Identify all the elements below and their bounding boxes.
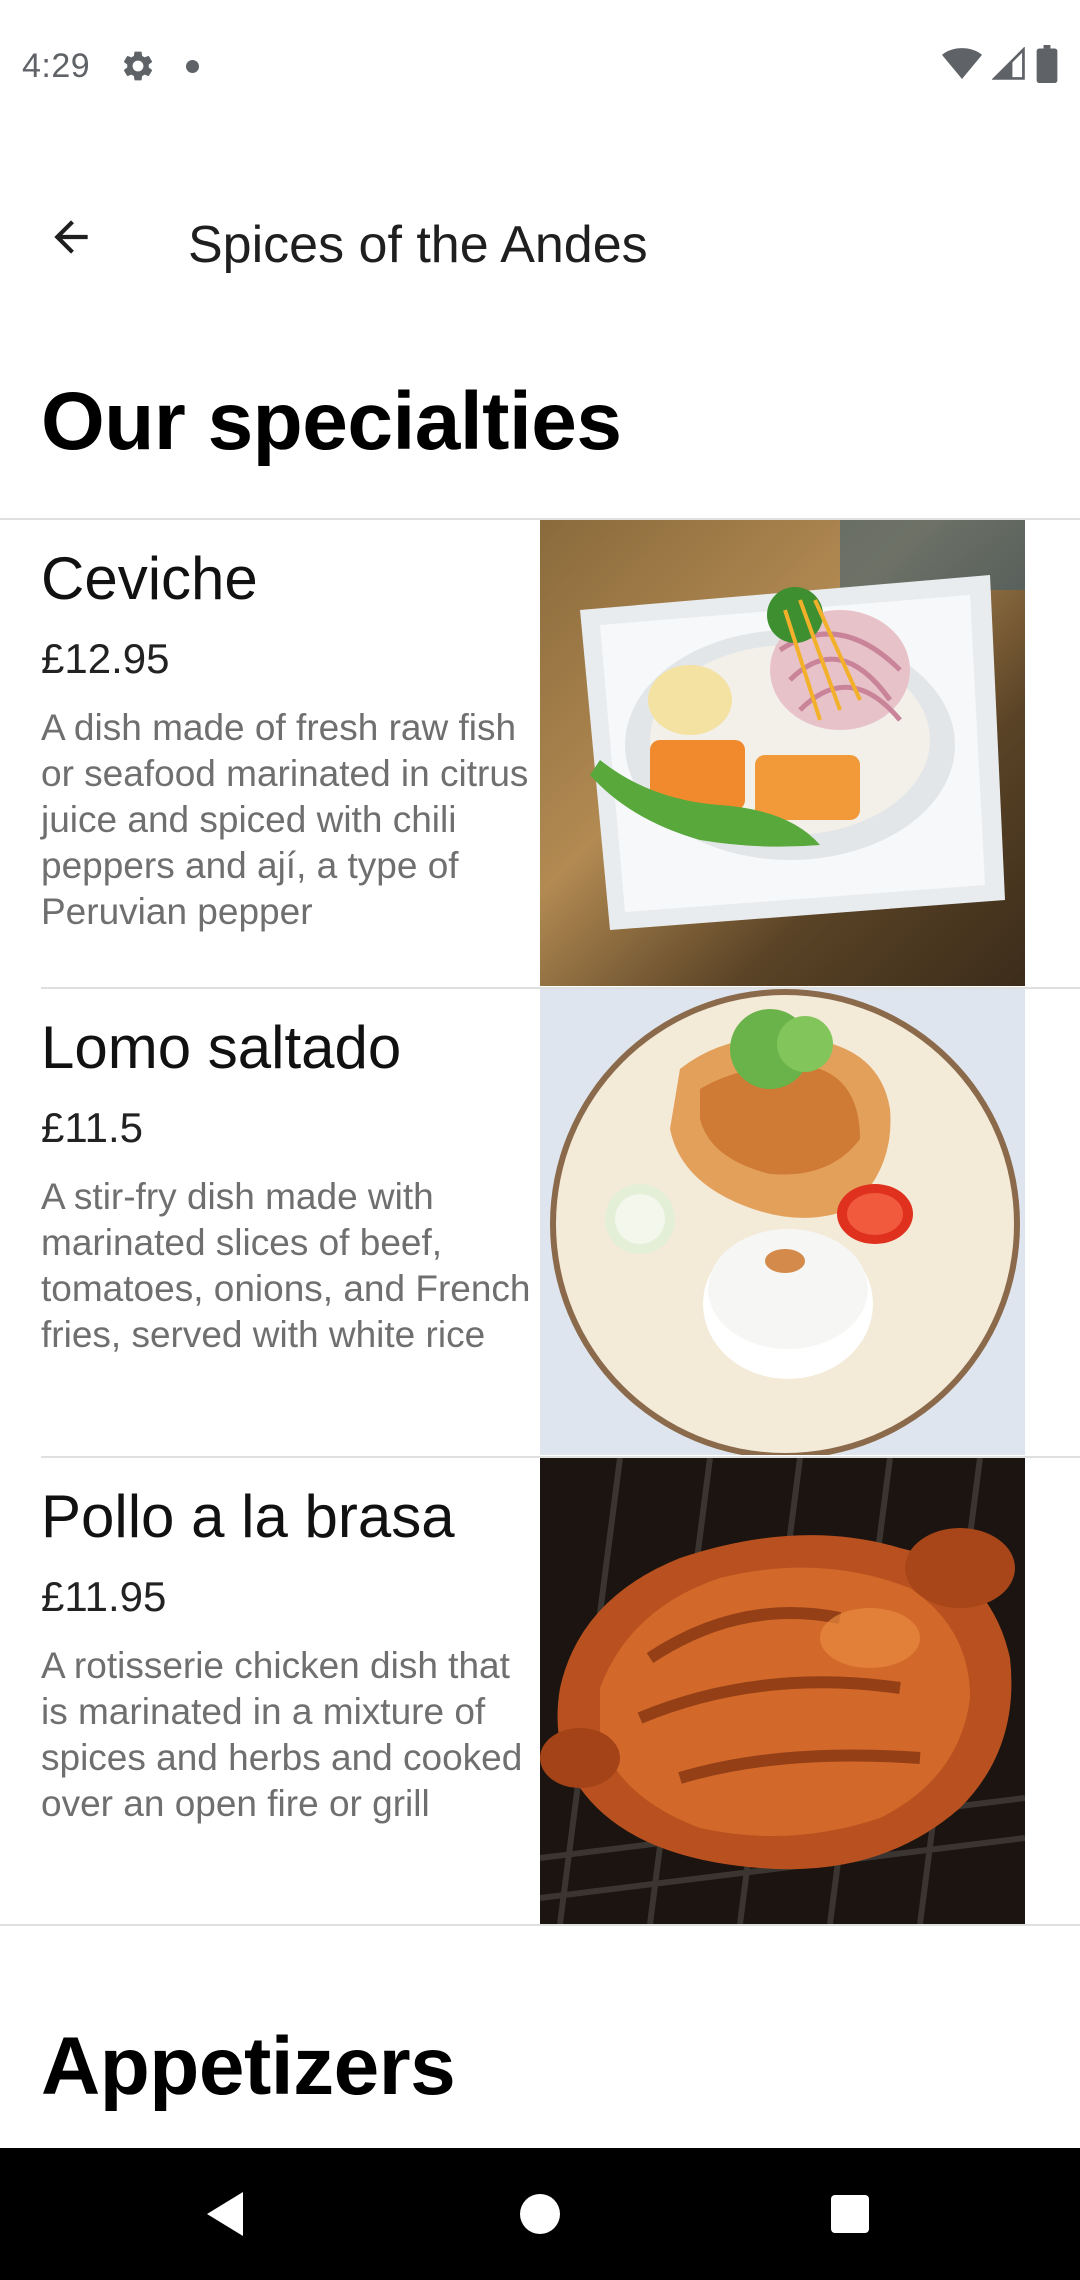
item-text: Ceviche £12.95 A dish made of fresh raw …: [41, 544, 531, 935]
divider: [0, 1924, 1080, 1926]
nav-recents-button[interactable]: [810, 2174, 890, 2254]
recents-square-icon: [831, 2195, 869, 2233]
nav-back-button[interactable]: [185, 2174, 265, 2254]
arrow-left-icon: [54, 220, 88, 254]
item-description: A rotisserie chicken dish that is marina…: [41, 1645, 523, 1824]
section-title-specialties: Our specialties: [41, 376, 622, 467]
pollo-a-la-brasa-image: [540, 1458, 1025, 1924]
item-name: Ceviche: [41, 545, 258, 612]
lomo-saltado-image: [540, 989, 1025, 1455]
gear-icon: [120, 48, 156, 84]
item-name: Lomo saltado: [41, 1014, 402, 1081]
item-price: £11.5: [41, 1104, 143, 1151]
wifi-icon: [942, 47, 982, 86]
section-title-appetizers: Appetizers: [41, 2021, 456, 2112]
navigation-bar: [0, 2148, 1080, 2280]
item-description: A dish made of fresh raw fish or seafood…: [41, 707, 529, 932]
item-text: Pollo a la brasa £11.95 A rotisserie chi…: [41, 1482, 531, 1827]
item-name: Pollo a la brasa: [41, 1483, 455, 1550]
signal-icon: [991, 45, 1026, 86]
menu-item-pollo-a-la-brasa[interactable]: Pollo a la brasa £11.95 A rotisserie chi…: [0, 1458, 1080, 1926]
back-button[interactable]: [34, 200, 108, 274]
notification-dot-icon: [186, 59, 200, 73]
nav-home-button[interactable]: [500, 2174, 580, 2254]
item-price: £12.95: [41, 635, 170, 682]
status-bar: 4:29: [0, 0, 1080, 132]
app-bar: Spices of the Andes: [0, 170, 1080, 330]
ceviche-image: [540, 520, 1025, 986]
item-price: £11.95: [41, 1573, 167, 1620]
menu-item-lomo-saltado[interactable]: Lomo saltado £11.5 A stir-fry dish made …: [0, 989, 1080, 1457]
status-time: 4:29: [22, 46, 91, 85]
item-description: A stir-fry dish made with marinated slic…: [41, 1176, 531, 1355]
battery-icon: [1036, 44, 1058, 88]
home-circle-icon: [520, 2194, 560, 2234]
app-title: Spices of the Andes: [188, 216, 648, 274]
back-triangle-icon: [207, 2192, 243, 2236]
item-text: Lomo saltado £11.5 A stir-fry dish made …: [41, 1013, 531, 1358]
menu-item-ceviche[interactable]: Ceviche £12.95 A dish made of fresh raw …: [0, 520, 1080, 988]
